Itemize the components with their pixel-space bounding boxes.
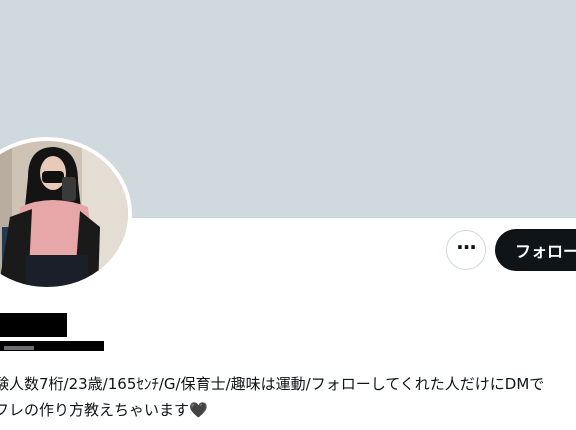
more-horizontal-icon: ··· [456,235,477,259]
bio-line-2-text: フレの作り方教えちゃいます [0,401,190,419]
profile-bio: 験人数7桁/23歳/165ｾﾝﾁ/G/保育士/趣味は運動/フォローしてくれた人だ… [0,371,576,423]
bio-line-2: フレの作り方教えちゃいます🖤 [0,397,576,423]
display-name-redacted [0,313,67,337]
bio-line-1: 験人数7桁/23歳/165ｾﾝﾁ/G/保育士/趣味は運動/フォローしてくれた人だ… [0,375,545,393]
follow-button[interactable]: フォロー [495,229,576,271]
profile-page: ··· フォロー 験人数7桁/23歳/165ｾﾝﾁ/G/保育士/趣味は運動/フォ… [0,0,576,430]
handle-redacted [0,341,104,351]
black-heart-icon: 🖤 [189,401,208,419]
more-options-button[interactable]: ··· [446,230,486,270]
